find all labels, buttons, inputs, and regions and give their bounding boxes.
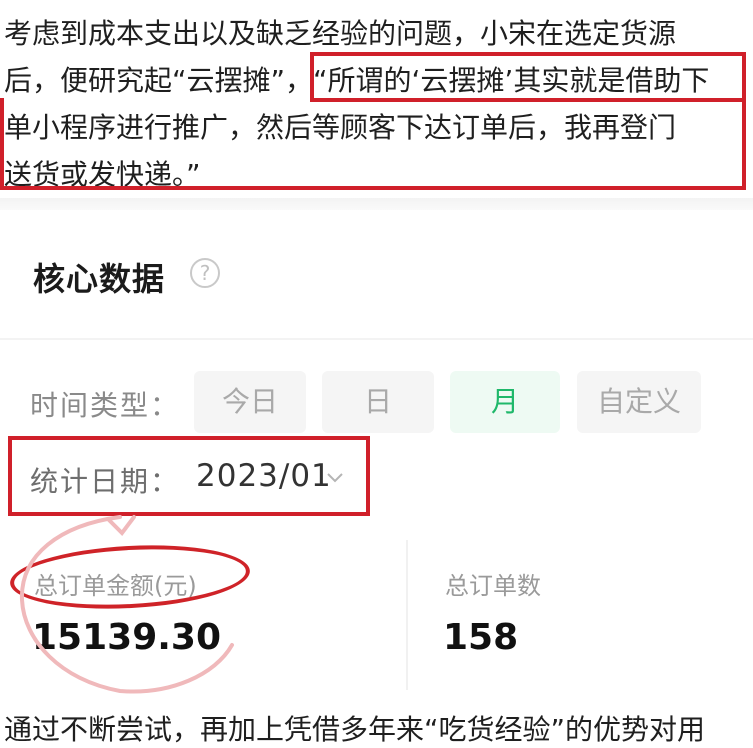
time-type-label: 时间类型： [30, 389, 181, 422]
panel-divider [0, 338, 753, 340]
date-highlight-box [8, 436, 370, 516]
time-option-custom[interactable]: 自定义 [577, 371, 701, 433]
quote-highlight-box-lower [0, 98, 746, 190]
panel-title: 核心数据 [33, 260, 166, 298]
question-circle-icon[interactable]: ? [190, 258, 220, 288]
article-bottom-line: 通过不断尝试，再加上凭借多年来“吃货经验”的优势对用 [4, 713, 706, 746]
time-option-today[interactable]: 今日 [194, 371, 306, 433]
quote-highlight-box [310, 52, 746, 102]
total-orders-value: 158 [443, 617, 519, 658]
article-line-1: 考虑到成本支出以及缺乏经验的问题，小宋在选定货源 [4, 17, 677, 50]
total-orders-label: 总订单数 [445, 572, 541, 600]
handwritten-circle-mark [19, 515, 234, 694]
stats-divider [406, 540, 408, 690]
time-option-month[interactable]: 月 [450, 371, 560, 433]
time-option-day[interactable]: 日 [322, 371, 434, 433]
